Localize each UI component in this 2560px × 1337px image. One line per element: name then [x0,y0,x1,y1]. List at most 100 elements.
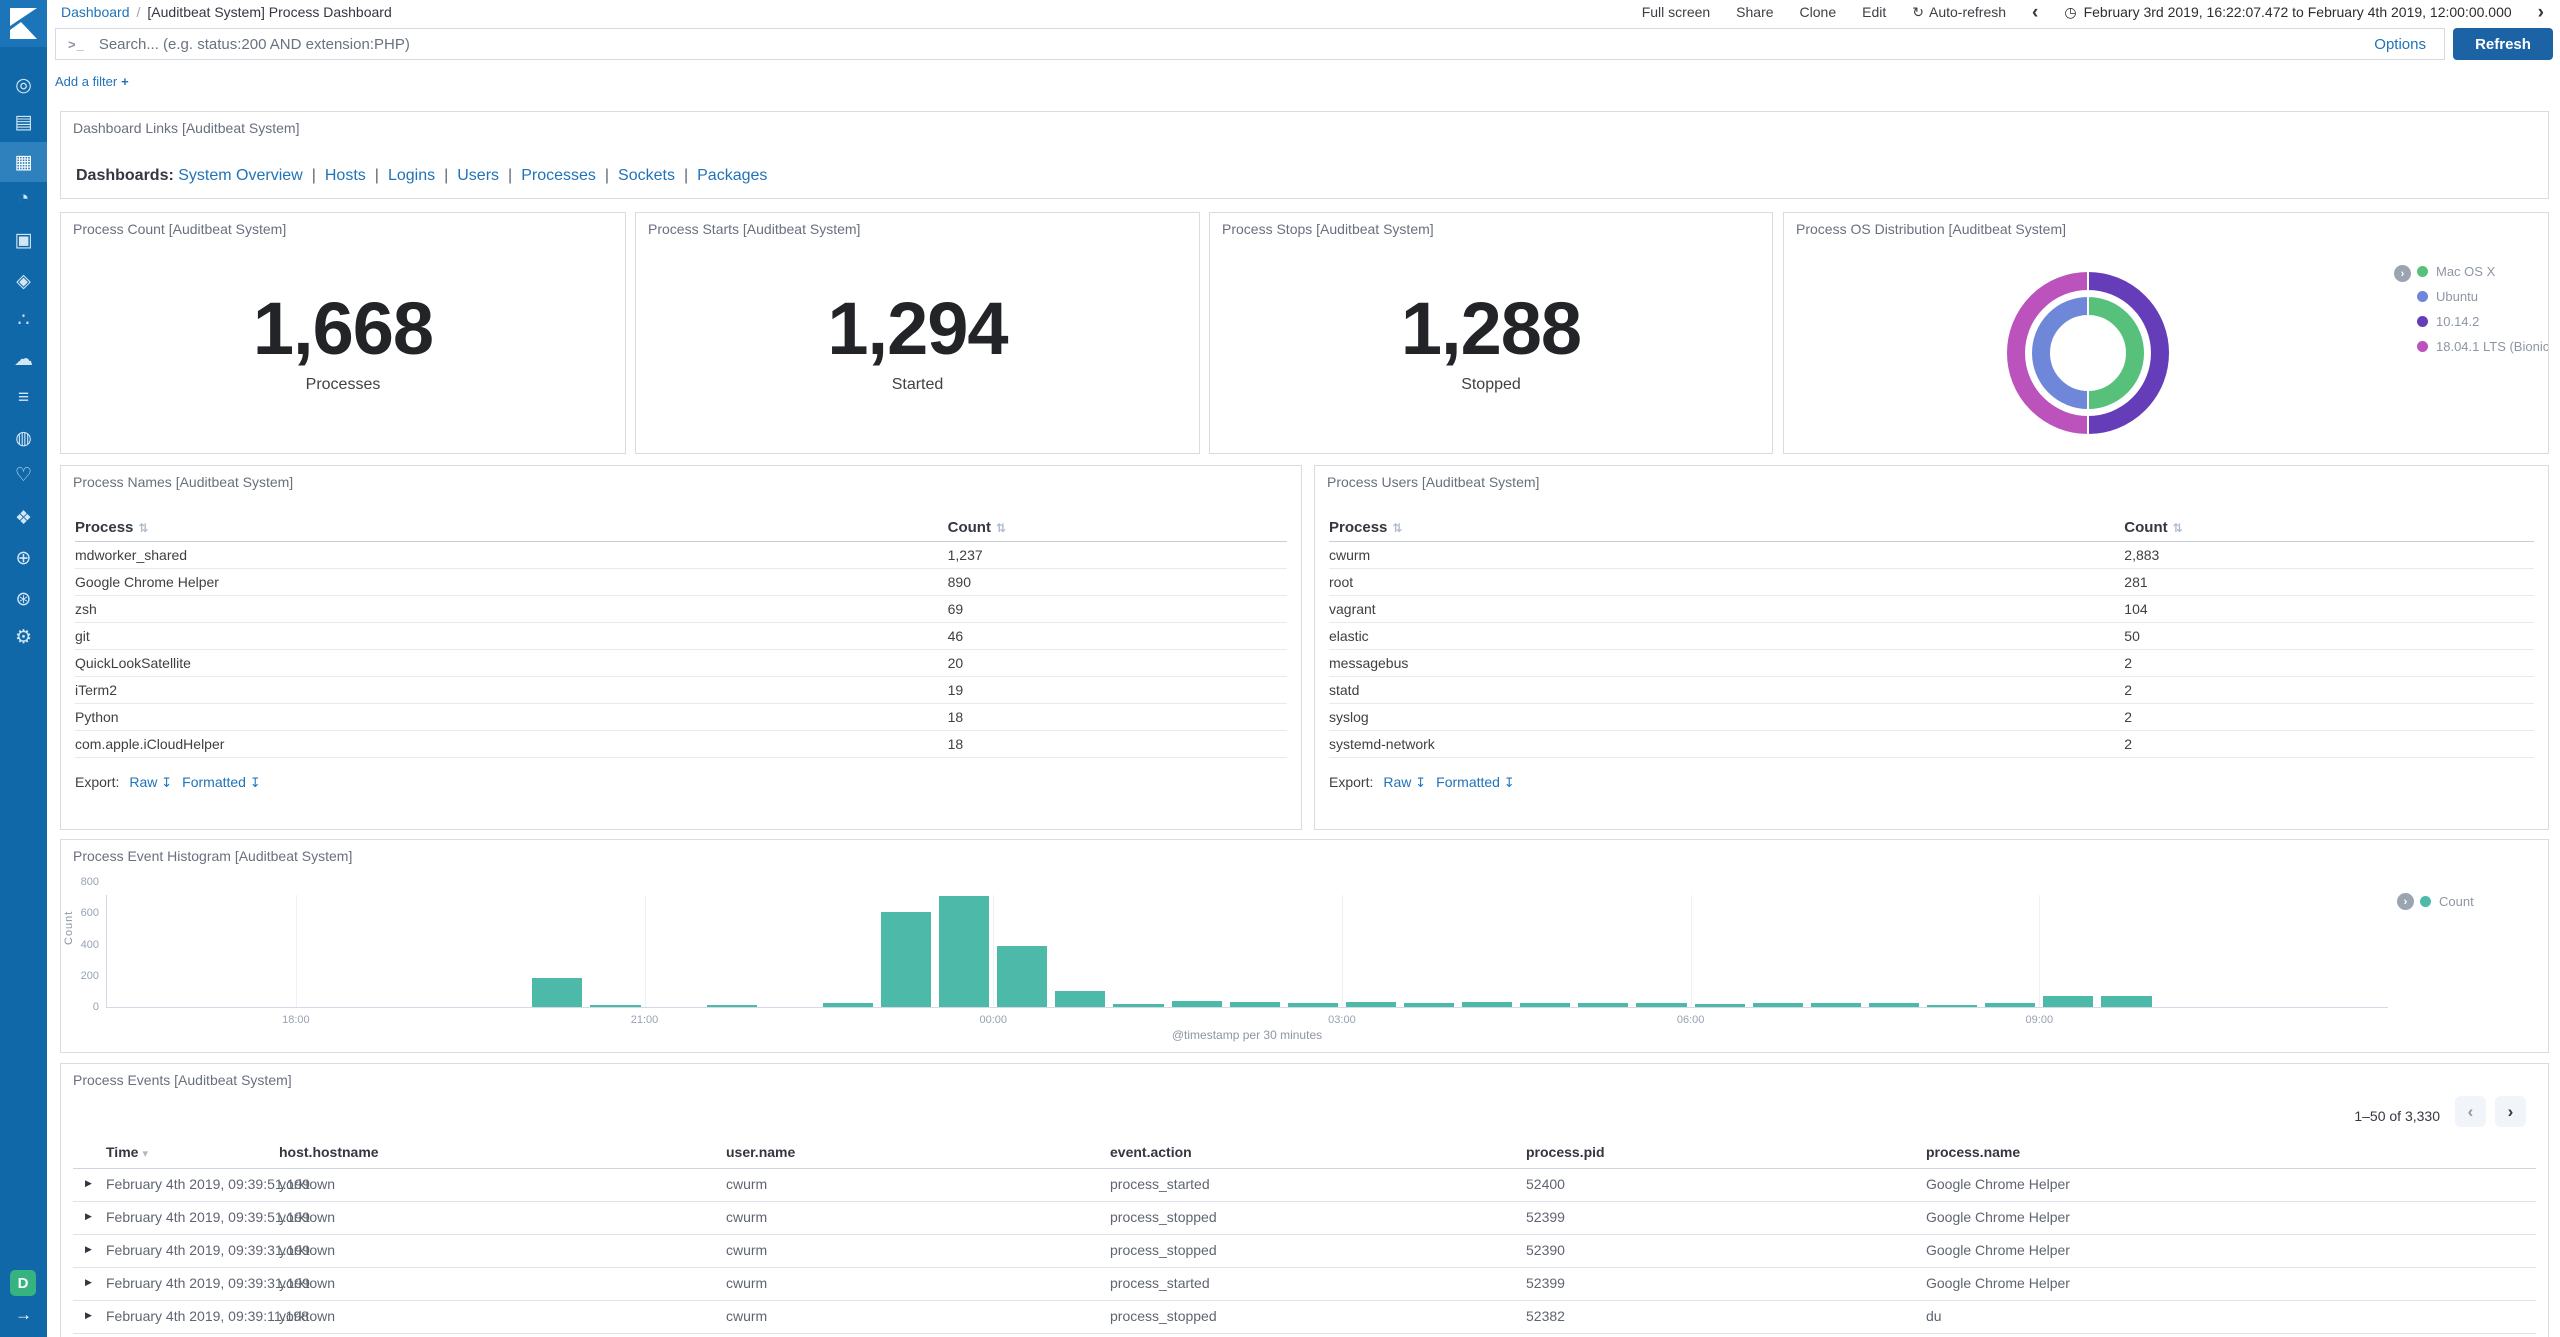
sidebar-item-logs[interactable]: ≡ [0,378,47,418]
menu-item-full-screen[interactable]: Full screen [1642,4,1710,20]
sidebar-item-maps[interactable]: ◈ [0,261,47,301]
dashboard-link-sockets[interactable]: Sockets [618,167,675,184]
events-column-header-user-name[interactable]: user.name [726,1144,795,1160]
sidebar-item-infrastructure[interactable]: ☁ [0,339,47,379]
kibana-logo[interactable] [0,0,47,47]
breadcrumb-dashboard-link[interactable]: Dashboard [61,4,130,20]
events-column-header-process-name[interactable]: process.name [1926,1144,2020,1160]
export-raw-link[interactable]: Raw ↧ [129,774,172,790]
sidebar-item-dashboard[interactable]: ▦ [0,142,47,182]
column-header-count[interactable]: Count ⇅ [2124,514,2534,542]
legend-toggle-chevron-icon[interactable]: › [2394,265,2411,282]
sidebar-item-apm[interactable]: ◍ [0,418,47,458]
histogram-bar[interactable] [1462,1001,1513,1007]
histogram-bar[interactable] [1055,990,1106,1007]
sort-icon[interactable]: ⇅ [1392,521,1402,535]
dashboard-link-packages[interactable]: Packages [697,167,767,184]
table-row: systemd-network 2 [1329,730,2534,758]
histogram-bar[interactable] [1404,1003,1455,1007]
events-column-header-event-action[interactable]: event.action [1110,1144,1192,1160]
legend-item-count[interactable]: Count [2420,889,2474,914]
histogram-bar[interactable] [2043,995,2094,1007]
sort-icon[interactable]: ⇅ [996,521,1006,535]
download-icon: ↧ [1415,775,1427,790]
options-link[interactable]: Options [2374,36,2426,53]
histogram-bar[interactable] [1810,1002,1861,1007]
sidebar-item-management[interactable]: ⚙ [0,617,47,657]
sort-icon[interactable]: ⇅ [138,521,148,535]
sidebar-item-dev-tools[interactable]: ⊕ [0,538,47,578]
menu-item-share[interactable]: Share [1736,4,1773,20]
histogram-bar[interactable] [1694,1003,1745,1007]
histogram-bar[interactable] [532,978,583,1007]
sidebar-item-timelion[interactable]: ◔ [0,179,47,219]
time-range-picker[interactable]: ◷ February 3rd 2019, 16:22:07.472 to Febr… [2064,4,2511,21]
histogram-bar[interactable] [590,1005,641,1007]
add-filter-link[interactable]: Add a filter + [55,74,129,89]
events-column-header-host-hostname[interactable]: host.hostname [279,1144,379,1160]
histogram-bar[interactable] [1113,1003,1164,1007]
expand-row-caret-icon[interactable]: ▶ [85,1310,92,1321]
expand-row-caret-icon[interactable]: ▶ [85,1244,92,1255]
sort-icon[interactable]: ⇅ [2173,521,2183,535]
events-column-header-process-pid[interactable]: process.pid [1526,1144,1605,1160]
histogram-bar[interactable] [1985,1002,2036,1007]
dashboard-link-users[interactable]: Users [457,167,499,184]
dashboard-link-hosts[interactable]: Hosts [325,167,366,184]
events-column-header-time[interactable]: Time ▾ [106,1144,148,1160]
histogram-bar[interactable] [1868,1002,1920,1007]
menu-item-edit[interactable]: Edit [1862,4,1886,20]
histogram-bar[interactable] [1171,1001,1222,1007]
histogram-bar[interactable] [1927,1004,1978,1007]
legend-item-10-14-2[interactable]: 10.14.2 [2417,309,2548,334]
time-forward-chevron-icon[interactable]: › [2538,3,2544,22]
sidebar-item-visualize[interactable]: ▤ [0,102,47,142]
legend-item-ubuntu[interactable]: Ubuntu [2417,284,2548,309]
sidebar-item-canvas[interactable]: ▣ [0,220,47,260]
space-badge[interactable]: D [10,1270,36,1296]
export-formatted-link[interactable]: Formatted ↧ [1436,774,1515,790]
column-header-process[interactable]: Process ⇅ [1329,514,2125,542]
export-raw-link[interactable]: Raw ↧ [1383,774,1426,790]
refresh-button[interactable]: Refresh [2453,28,2553,60]
expand-row-caret-icon[interactable]: ▶ [85,1277,92,1288]
sidebar-item-uptime[interactable]: ♡ [0,455,47,495]
histogram-bar[interactable] [997,945,1048,1007]
pagination-next-chevron[interactable]: › [2495,1096,2526,1127]
histogram-bar[interactable] [822,1002,873,1007]
menu-item-clone[interactable]: Clone [1800,4,1837,20]
histogram-bar[interactable] [1345,1002,1397,1007]
time-back-chevron-icon[interactable]: ‹ [2032,3,2038,22]
expand-row-caret-icon[interactable]: ▶ [85,1211,92,1222]
legend-toggle-chevron-icon[interactable]: › [2397,893,2414,910]
dashboard-link-system-overview[interactable]: System Overview [178,167,302,184]
sidebar-item-discover[interactable]: ◎ [0,65,47,105]
sidebar-collapse-arrow[interactable]: → [0,1305,47,1325]
dashboard-link-logins[interactable]: Logins [388,167,435,184]
vertical-gridline [1690,895,1692,1007]
histogram-bar[interactable] [2101,995,2152,1007]
histogram-bar[interactable] [1636,1003,1687,1007]
histogram-bar[interactable] [1752,1002,1803,1007]
legend-item-mac-os-x[interactable]: Mac OS X [2417,259,2548,284]
sidebar-item-machine-learning[interactable]: ∴ [0,300,47,340]
pagination-prev-chevron[interactable]: ‹ [2455,1096,2486,1127]
column-header-count[interactable]: Count ⇅ [947,514,1287,542]
os-donut-chart[interactable] [2004,269,2172,437]
histogram-bar[interactable] [706,1005,757,1007]
menu-item-auto-refresh[interactable]: ↻ Auto-refresh [1912,4,2006,21]
sidebar-item-monitoring[interactable]: ⊛ [0,579,47,619]
histogram-bar[interactable] [1520,1002,1571,1007]
histogram-bar[interactable] [939,895,990,1007]
histogram-bar[interactable] [1287,1002,1338,1007]
histogram-bar[interactable] [880,912,932,1007]
search-input[interactable] [96,34,2375,54]
expand-row-caret-icon[interactable]: ▶ [85,1178,92,1189]
export-formatted-link[interactable]: Formatted ↧ [182,774,261,790]
histogram-bar[interactable] [1229,1002,1280,1007]
column-header-process[interactable]: Process ⇅ [75,514,948,542]
legend-item-18-04-1-lts-bionic-b-[interactable]: 18.04.1 LTS (Bionic B... [2417,334,2548,359]
dashboard-link-processes[interactable]: Processes [521,167,596,184]
sidebar-item-graph[interactable]: ❖ [0,498,47,538]
histogram-bar[interactable] [1578,1002,1629,1007]
